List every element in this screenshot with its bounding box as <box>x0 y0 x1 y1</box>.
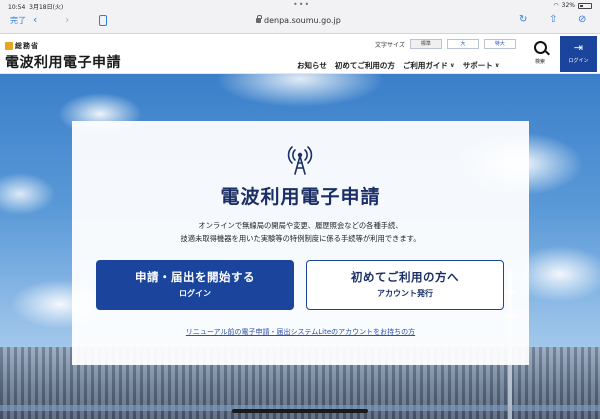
compass-icon[interactable]: ⊘ <box>578 14 586 25</box>
hero-description: オンラインで無線局の開局や変更、履歴照会などの各種手続、 技適未取得機器を用いた… <box>72 219 529 245</box>
first-time-user-button[interactable]: 初めてご利用の方へ アカウント発行 <box>306 260 504 310</box>
nav-item-first-time[interactable]: 初めてご利用の方 <box>335 60 395 71</box>
wifi-icon: ◠ <box>553 2 559 9</box>
multitasking-dots-icon[interactable]: ••• <box>293 0 310 9</box>
lock-icon <box>256 15 262 23</box>
start-application-sublabel: ログイン <box>179 289 211 298</box>
login-label: ログイン <box>568 58 589 64</box>
font-size-large-button[interactable]: 大 <box>446 39 479 49</box>
url-text: denpa.soumu.go.jp <box>264 16 341 25</box>
start-application-label: 申請・届出を開始する <box>135 270 255 284</box>
chevron-back-icon[interactable]: ‹ <box>33 13 37 26</box>
status-right: ◠ 32% <box>553 2 592 9</box>
nav-item-guide[interactable]: ご利用ガイド ∨ <box>403 60 455 71</box>
font-size-xlarge-button[interactable]: 特大 <box>483 39 516 49</box>
ministry-logo-mark-icon <box>5 42 13 50</box>
login-button[interactable]: ⇥ ログイン <box>560 36 597 72</box>
nav-item-news[interactable]: お知らせ <box>297 60 327 71</box>
font-size-switcher: 文字サイズ 標準 大 特大 <box>375 39 516 49</box>
chevron-down-icon: ∨ <box>494 62 500 69</box>
hero-description-line: 技適未取得機器を用いた実験等の特例制度に係る手続等が利用できます。 <box>180 234 421 243</box>
first-time-user-sublabel: アカウント発行 <box>377 289 433 298</box>
font-size-label: 文字サイズ <box>375 41 405 49</box>
hero-section: 電波利用電子申請 オンラインで無線局の開局や変更、履歴照会などの各種手続、 技適… <box>0 74 600 419</box>
search-button[interactable]: 検索 <box>526 39 554 69</box>
radio-tower-icon <box>287 146 313 175</box>
status-time: 10:54 3月18日(火) <box>8 4 64 11</box>
site-header: 総務省 電波利用電子申請 文字サイズ 標準 大 特大 お知らせ 初めてご利用の方… <box>0 34 600 74</box>
nav-item-support[interactable]: サポート ∨ <box>463 60 500 71</box>
first-time-user-label: 初めてご利用の方へ <box>351 270 459 284</box>
home-indicator[interactable] <box>232 409 368 413</box>
chevron-forward-icon[interactable]: › <box>65 13 69 26</box>
share-icon[interactable]: ⇧ <box>549 14 557 25</box>
tabs-icon[interactable] <box>99 15 107 26</box>
address-bar[interactable]: denpa.soumu.go.jp <box>256 15 341 25</box>
login-icon: ⇥ <box>573 41 584 54</box>
font-size-standard-button[interactable]: 標準 <box>409 39 442 49</box>
legacy-account-link[interactable]: リニューアル前の電子申請・届出システムLiteのアカウントをお持ちの方 <box>72 327 529 337</box>
ministry-name: 総務省 <box>15 42 39 50</box>
reload-icon[interactable]: ↻ <box>519 14 527 25</box>
hero-card: 電波利用電子申請 オンラインで無線局の開局や変更、履歴照会などの各種手続、 技適… <box>72 121 529 365</box>
browser-chrome: 10:54 3月18日(火) ••• ◠ 32% 完了 ‹ › denpa.so… <box>0 0 600 34</box>
chevron-down-icon: ∨ <box>449 62 455 69</box>
site-title[interactable]: 電波利用電子申請 <box>5 52 121 72</box>
search-icon <box>533 41 547 54</box>
global-nav: お知らせ 初めてご利用の方 ご利用ガイド ∨ サポート ∨ <box>297 60 500 71</box>
battery-percent: 32% <box>561 2 575 9</box>
done-button[interactable]: 完了 <box>10 15 26 26</box>
battery-icon <box>578 2 592 9</box>
ministry-logo[interactable]: 総務省 <box>5 41 39 51</box>
hero-title: 電波利用電子申請 <box>220 186 381 208</box>
search-label: 検索 <box>534 59 545 65</box>
start-application-button[interactable]: 申請・届出を開始する ログイン <box>96 260 294 310</box>
hero-description-line: オンラインで無線局の開局や変更、履歴照会などの各種手続、 <box>198 221 403 230</box>
browser-toolbar: 完了 ‹ › denpa.soumu.go.jp ↻ ⇧ ⊘ <box>0 13 600 31</box>
